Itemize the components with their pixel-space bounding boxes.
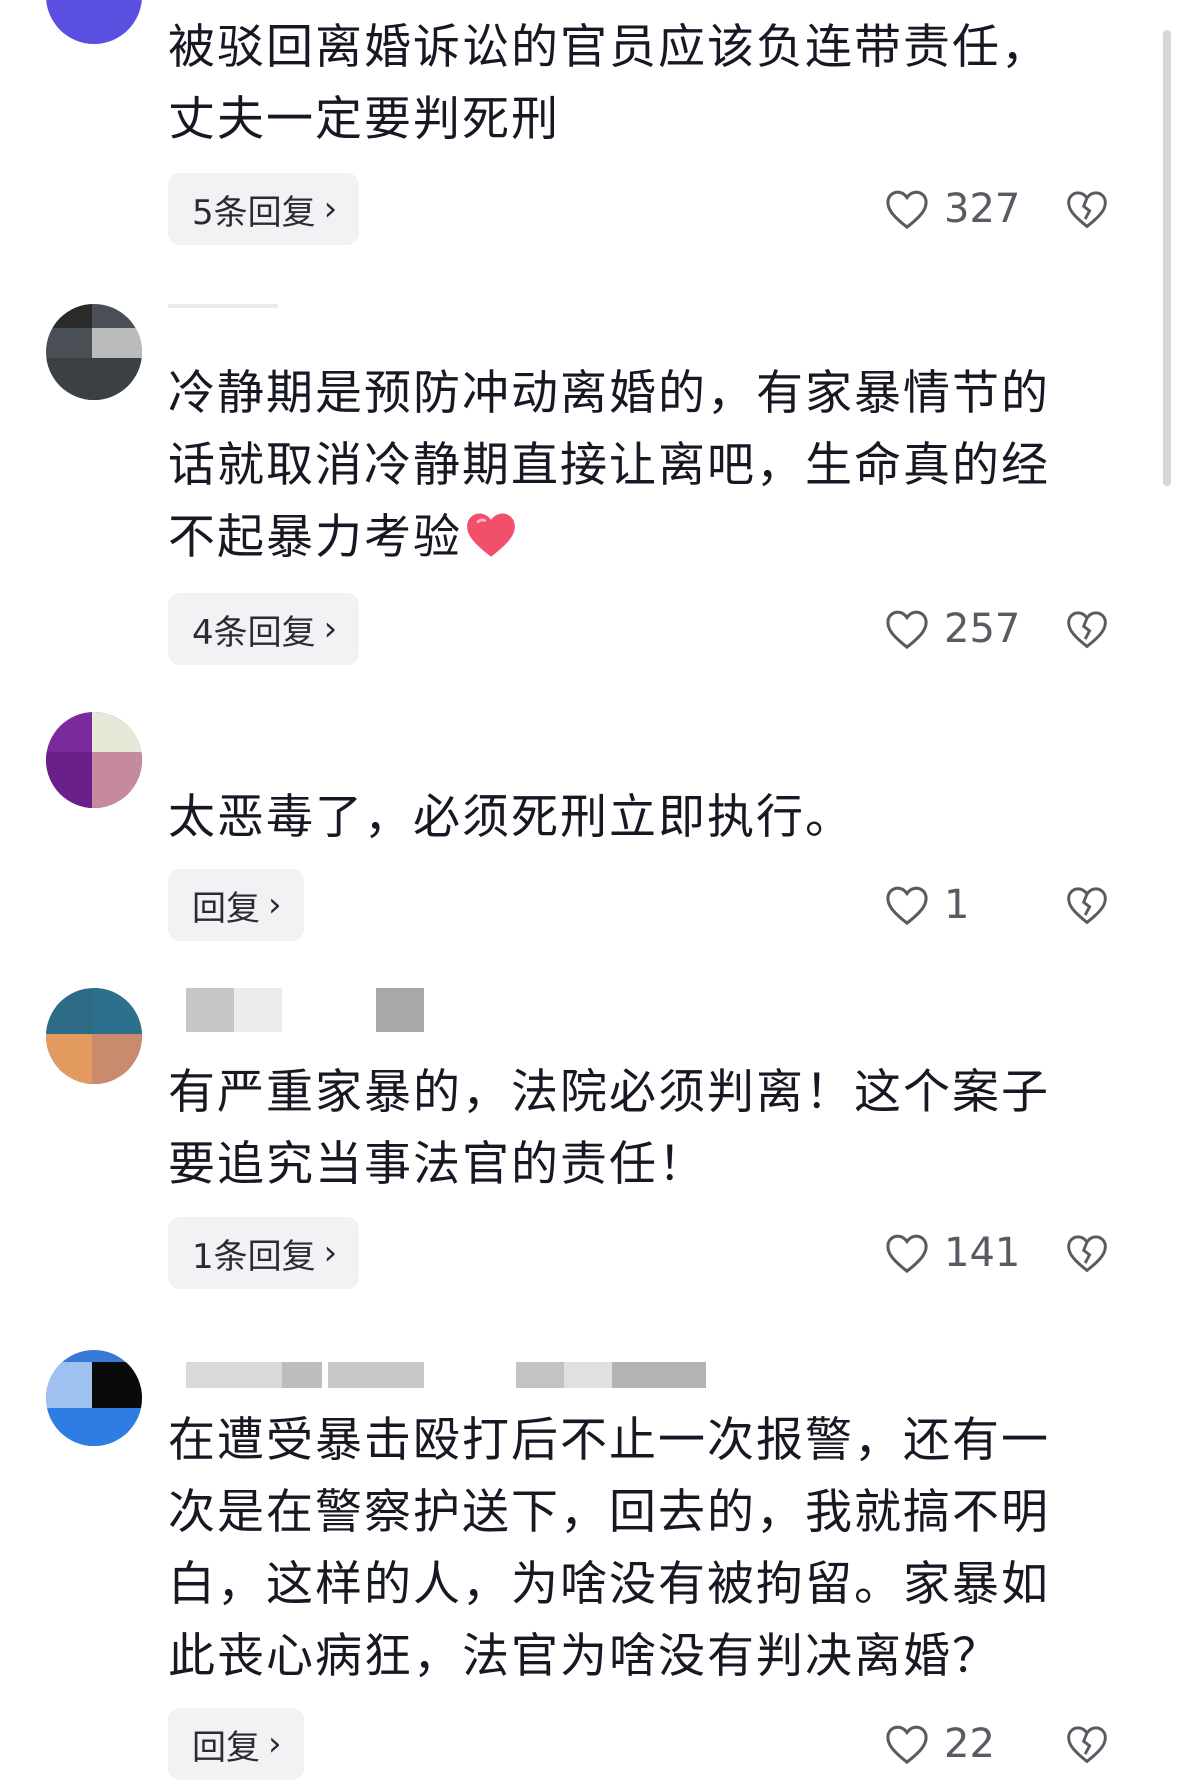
comment-text: 被驳回离婚诉讼的官员应该负连带责任，丈夫一定要判死刑 [168,20,1050,147]
like-count: 257 [944,606,1021,652]
like-button[interactable]: 327 [884,173,1020,245]
view-replies-button[interactable]: 1条回复 › [168,1217,360,1289]
like-count: 22 [944,1721,995,1767]
like-count: 141 [944,1230,1021,1276]
comment-text: 有严重家暴的，法院必须判离！这个案子要追究当事法官的责任！ [168,1065,1050,1192]
username-blurred [186,988,426,1032]
red-heart-emoji [467,513,515,557]
scrollbar[interactable] [1163,30,1171,486]
like-button[interactable]: 1 [884,869,969,941]
heart-outline-icon [886,190,928,230]
view-replies-button[interactable]: 4条回复 › [168,593,360,665]
chevron-right-icon: › [323,189,338,229]
comment-text: 太恶毒了，必须死刑立即执行。 [168,790,854,845]
like-button[interactable]: 141 [884,1217,1020,1289]
avatar[interactable] [46,0,142,44]
avatar[interactable] [46,988,142,1084]
reply-label: 回复 [192,888,260,929]
reply-label: 4条回复 [192,612,316,653]
like-button[interactable]: 257 [884,593,1020,665]
view-replies-button[interactable]: 5条回复 › [168,173,360,245]
reply-label: 1条回复 [192,1236,316,1277]
avatar[interactable] [46,304,142,400]
dislike-button[interactable] [1064,593,1110,665]
dislike-button[interactable] [1064,869,1110,941]
username-blurred [186,1362,706,1406]
like-count: 327 [944,186,1021,232]
avatar[interactable] [46,1350,142,1446]
like-count: 1 [944,882,970,928]
heart-outline-icon [886,1234,928,1274]
reply-button[interactable]: 回复 › [168,869,304,941]
dislike-button[interactable] [1064,1708,1110,1780]
chevron-right-icon: › [268,885,282,925]
heart-outline-icon [886,610,928,650]
like-button[interactable]: 22 [884,1708,995,1780]
reply-label: 5条回复 [192,192,316,233]
broken-heart-outline-icon [1067,1235,1107,1273]
dislike-button[interactable] [1064,173,1110,245]
reply-button[interactable]: 回复 › [168,1708,304,1780]
heart-outline-icon [886,1725,928,1765]
dislike-button[interactable] [1064,1217,1110,1289]
chevron-right-icon: › [323,609,338,649]
chevron-right-icon: › [268,1724,282,1764]
comment-text: 在遭受暴击殴打后不止一次报警，还有一次是在警察护送下，回去的，我就搞不明白，这样… [168,1413,1050,1684]
comment-text: 冷静期是预防冲动离婚的，有家暴情节的话就取消冷静期直接让离吧，生命真的经不起暴力… [168,366,1050,565]
heart-outline-icon [886,886,928,926]
broken-heart-outline-icon [1067,191,1107,229]
avatar[interactable] [46,712,142,808]
broken-heart-outline-icon [1067,611,1107,649]
reply-label: 回复 [192,1727,260,1768]
broken-heart-outline-icon [1067,1726,1107,1764]
chevron-right-icon: › [323,1233,338,1273]
username-blurred [168,304,528,348]
broken-heart-outline-icon [1067,887,1107,925]
